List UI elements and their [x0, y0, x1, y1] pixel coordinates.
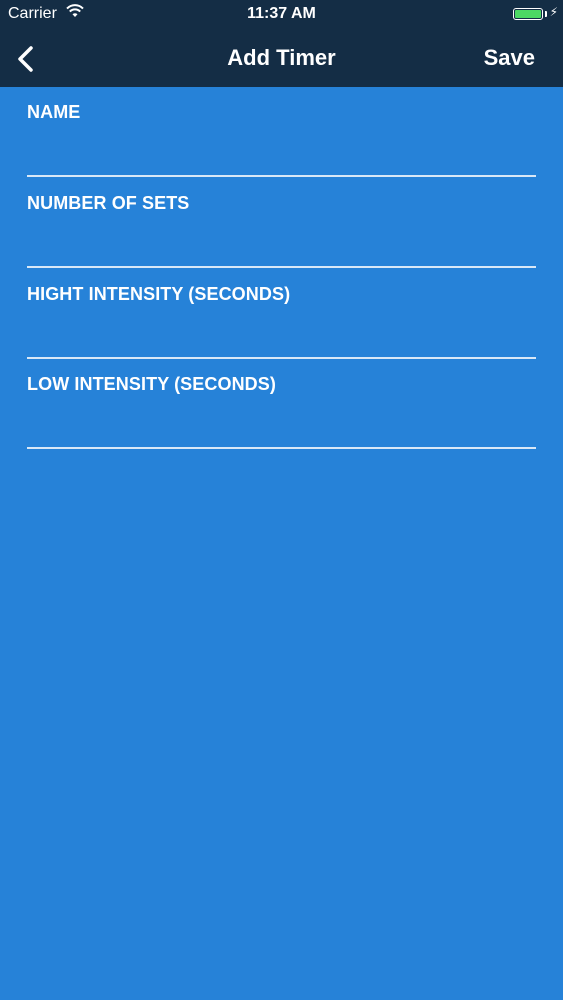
battery-icon — [513, 8, 543, 20]
battery-tip — [545, 11, 547, 17]
low-intensity-label: LOW INTENSITY (SECONDS) — [27, 374, 276, 395]
high-intensity-label: HIGHT INTENSITY (SECONDS) — [27, 283, 291, 304]
high-intensity-input[interactable] — [27, 310, 536, 359]
sets-field: NUMBER OF SETS — [27, 178, 536, 269]
status-time: 11:37 AM — [247, 5, 316, 22]
name-label: NAME — [27, 102, 81, 122]
navigation-bar: Add Timer Save — [0, 30, 563, 87]
status-bar: Carrier 11:37 AM ⚡ — [0, 0, 563, 30]
sets-label: NUMBER OF SETS — [27, 192, 190, 213]
timer-form: NAME NUMBER OF SETS HIGHT INTENSITY (SEC… — [27, 87, 536, 450]
high-intensity-field: HIGHT INTENSITY (SECONDS) — [27, 269, 536, 360]
save-button[interactable]: Save — [484, 45, 535, 71]
name-field: NAME — [27, 87, 536, 178]
sets-input[interactable] — [27, 219, 536, 268]
page-title: Add Timer — [227, 45, 336, 70]
charging-bolt-icon: ⚡ — [549, 5, 558, 19]
low-intensity-field: LOW INTENSITY (SECONDS) — [27, 359, 536, 450]
name-input[interactable] — [27, 129, 536, 177]
battery-level — [515, 10, 541, 18]
low-intensity-input[interactable] — [27, 401, 536, 450]
